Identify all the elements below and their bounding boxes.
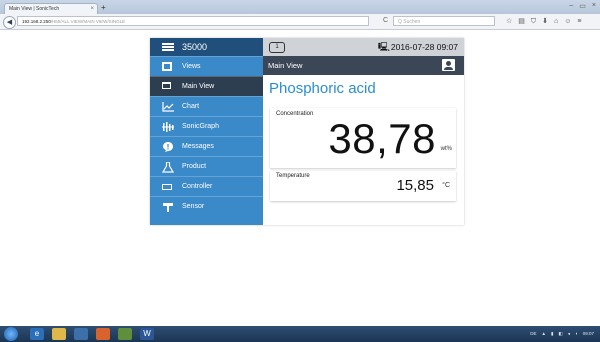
language-indicator[interactable]: DE: [530, 326, 536, 342]
maximize-button[interactable]: ▭: [579, 2, 586, 10]
taskbar: e W DE ▲ ▮ ◧ ◂ ◖ 09:07: [0, 326, 600, 342]
sidebar-item-label: Main View: [182, 83, 215, 90]
minimize-button[interactable]: –: [569, 2, 573, 10]
clock[interactable]: 09:07: [583, 326, 594, 342]
datetime-text: 2016-07-28 09:07: [390, 42, 458, 52]
temperature-label: Temperature: [276, 173, 310, 179]
sidebar-item-label: Sensor: [182, 203, 205, 210]
sidebar-item-views[interactable]: Views: [150, 56, 263, 76]
close-window-button[interactable]: ×: [592, 2, 596, 10]
device-number: 35000: [182, 42, 208, 52]
sidebar-item-product[interactable]: Product: [150, 156, 263, 176]
media-icon[interactable]: [74, 328, 88, 340]
url-path: /HMI/ALL VIEW/MAIN VIEW/SINGLE: [50, 19, 126, 24]
url-host: 192.168.2.250: [22, 19, 51, 24]
menu-icon[interactable]: ≡: [577, 16, 581, 27]
hamburger-menu-icon[interactable]: [162, 43, 174, 51]
controller-icon: [162, 184, 172, 190]
pocket-icon[interactable]: ⛉: [531, 16, 536, 27]
sidebar-item-messages[interactable]: Messages: [150, 136, 263, 156]
chart-icon: [162, 102, 174, 112]
status-bar: 1 🖳2016-07-28 09:07: [263, 38, 464, 56]
reading-list-icon[interactable]: ▤: [518, 16, 525, 27]
start-button[interactable]: [4, 327, 18, 341]
bookmark-star-icon[interactable]: ☆: [506, 16, 512, 27]
tab-close-icon[interactable]: ×: [90, 4, 94, 14]
sidebar-item-label: Controller: [182, 183, 213, 190]
address-bar[interactable]: 192.168.2.250/HMI/ALL VIEW/MAIN VIEW/SIN…: [17, 16, 369, 26]
sidebar-item-label: Chart: [182, 103, 200, 110]
hmi-app-panel: 35000 Views Main View Chart SonicGraph M…: [150, 38, 464, 225]
views-icon: [162, 62, 172, 71]
sidebar-item-controller[interactable]: Controller: [150, 176, 263, 196]
view-header: Main View: [263, 56, 464, 75]
folder-icon[interactable]: [52, 328, 66, 340]
sidebar-item-label: Messages: [182, 143, 214, 150]
sidebar-item-main-view[interactable]: Main View: [150, 76, 263, 96]
volume-icon[interactable]: ◂: [568, 326, 570, 342]
app-icon[interactable]: [118, 328, 132, 340]
product-name: Phosphoric acid: [269, 80, 376, 97]
sidebar-item-label: Product: [182, 163, 207, 170]
browser-tab-bar: Main View | SonicTech × + – ▭ ×: [0, 0, 600, 14]
ie-icon[interactable]: e: [30, 328, 44, 340]
sidebar-item-chart[interactable]: Chart: [150, 96, 263, 116]
sonicgraph-icon: [162, 122, 174, 132]
concentration-card: Concentration 38,78 wt%: [270, 108, 456, 168]
flask-icon: [162, 161, 174, 173]
monitor-icon: 🖳: [377, 42, 390, 52]
tab-title: Main View | SonicTech: [9, 6, 60, 12]
concentration-label: Concentration: [276, 111, 314, 117]
browser-nav-bar: ◀ 192.168.2.250/HMI/ALL VIEW/MAIN VIEW/S…: [0, 14, 600, 30]
flag-icon[interactable]: ▮: [551, 326, 553, 342]
sidebar-item-label: SonicGraph: [182, 123, 219, 130]
view-title: Main View: [268, 61, 303, 70]
sidebar-item-sonicgraph[interactable]: SonicGraph: [150, 116, 263, 136]
sidebar-item-label: Views: [182, 63, 201, 70]
monitor-icon: [162, 82, 171, 89]
window-controls: – ▭ ×: [569, 2, 596, 10]
messages-icon: [162, 142, 174, 152]
power-icon[interactable]: ◖: [575, 326, 578, 342]
back-button[interactable]: ◀: [3, 16, 16, 29]
datetime-display: 🖳2016-07-28 09:07: [378, 38, 458, 56]
tray-expand-icon[interactable]: ▲: [542, 326, 546, 342]
main-content: 1 🖳2016-07-28 09:07 Main View Phosphoric…: [263, 38, 464, 225]
download-icon[interactable]: ⬇: [542, 16, 548, 27]
new-tab-button[interactable]: +: [101, 3, 106, 12]
home-icon[interactable]: ⌂: [554, 16, 558, 27]
social-icon[interactable]: ☺: [564, 16, 571, 27]
browser-toolbar-icons: ☆ ▤ ⛉ ⬇ ⌂ ☺ ≡: [506, 16, 582, 27]
search-input[interactable]: Q Suchen: [393, 16, 495, 26]
temperature-unit: °C: [442, 182, 450, 189]
system-tray: DE ▲ ▮ ◧ ◂ ◖ 09:07: [530, 326, 594, 342]
user-icon[interactable]: [442, 59, 455, 71]
network-icon[interactable]: ◧: [558, 326, 562, 342]
temperature-card: Temperature 15,85 °C: [270, 171, 456, 201]
page-badge[interactable]: 1: [269, 42, 285, 53]
browser-tab[interactable]: Main View | SonicTech ×: [4, 3, 98, 14]
sidebar-item-sensor[interactable]: Sensor: [150, 196, 263, 216]
temperature-value: 15,85: [396, 177, 434, 194]
firefox-icon[interactable]: [96, 328, 110, 340]
word-icon[interactable]: W: [140, 328, 154, 340]
concentration-value: 38,78: [328, 115, 436, 162]
sidebar-header: 35000: [150, 38, 263, 56]
sensor-icon: [162, 203, 174, 213]
reload-icon[interactable]: C: [383, 17, 388, 24]
concentration-unit: wt%: [440, 146, 452, 152]
sidebar: 35000 Views Main View Chart SonicGraph M…: [150, 38, 263, 225]
